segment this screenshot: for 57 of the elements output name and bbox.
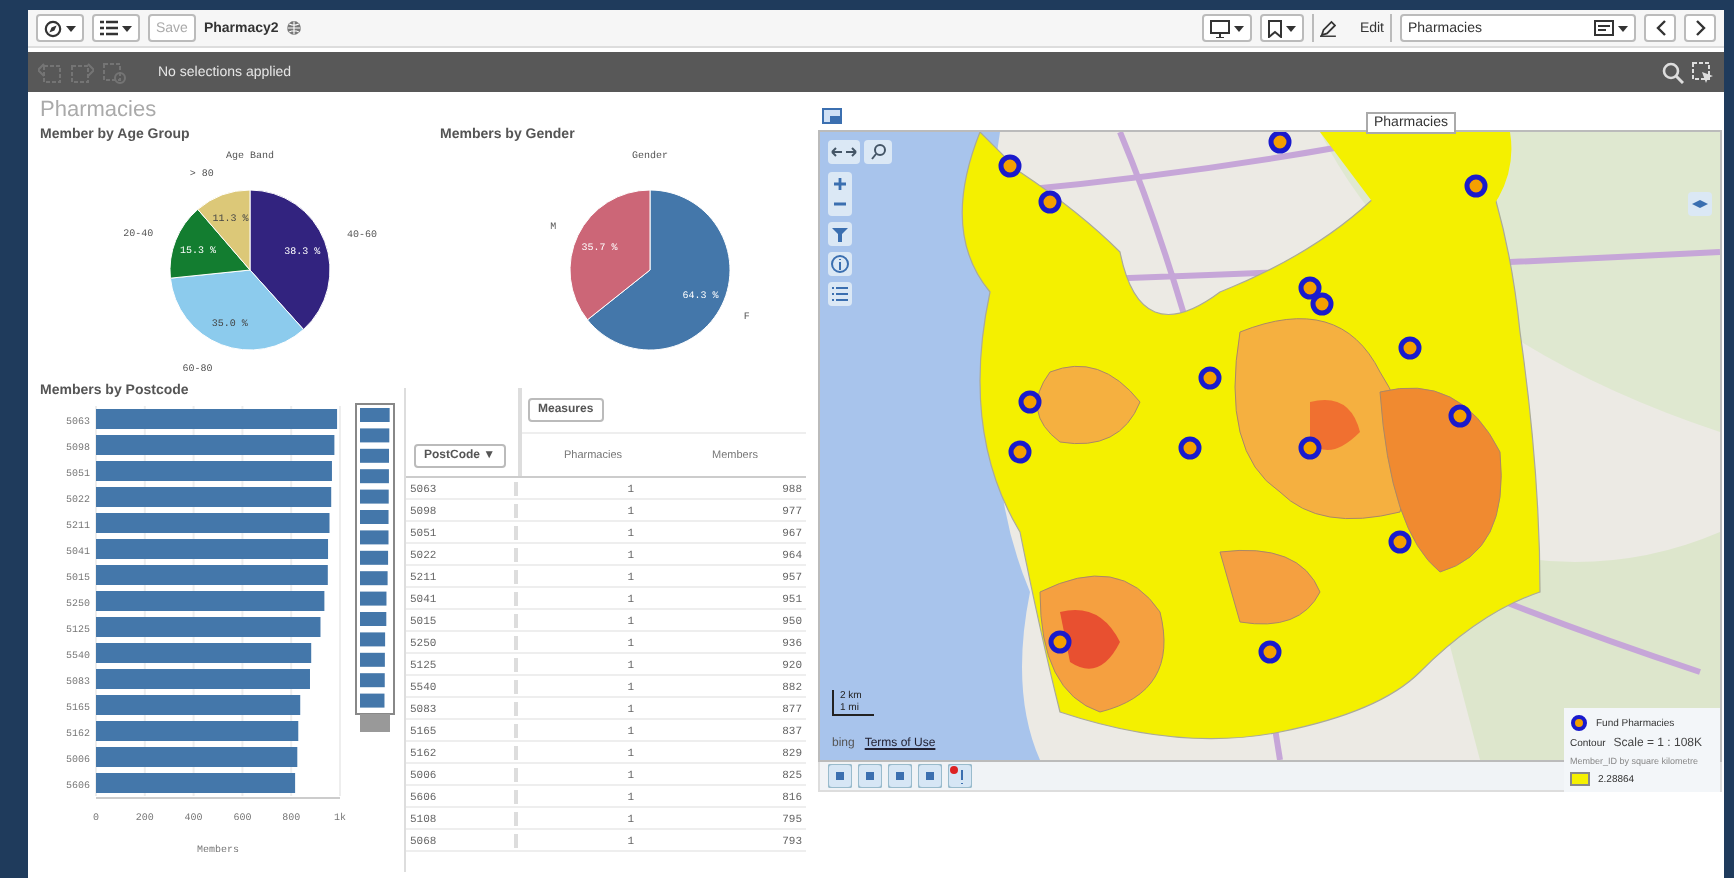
bookmark-icon: [1268, 19, 1282, 37]
pharmacy-pin[interactable]: [1018, 390, 1042, 414]
zoom-control[interactable]: [828, 172, 852, 216]
list-icon: [100, 20, 118, 36]
map-tool-button[interactable]: [858, 764, 882, 788]
pharmacy-pin[interactable]: [1464, 174, 1488, 198]
pin-icon: [1570, 714, 1588, 732]
filter-icon[interactable]: [828, 222, 852, 246]
pharmacy-pin[interactable]: [1398, 336, 1422, 360]
search-icon[interactable]: [864, 140, 892, 164]
pharmacy-pin[interactable]: [1388, 530, 1412, 554]
pharmacy-pin[interactable]: [1298, 276, 1322, 300]
presentation-button[interactable]: [1202, 14, 1252, 42]
pharmacy-pin[interactable]: [1268, 132, 1292, 154]
pin-tool-button[interactable]: [948, 764, 972, 788]
pharmacy-pin[interactable]: [1258, 640, 1282, 664]
info-icon[interactable]: [828, 252, 852, 276]
pharmacy-pin[interactable]: [1178, 436, 1202, 460]
map-tool-button[interactable]: [888, 764, 912, 788]
layers-icon[interactable]: [1688, 192, 1712, 216]
pharmacy-pin[interactable]: [1048, 630, 1072, 654]
map-extension-icon[interactable]: [822, 108, 842, 126]
compass-icon: [44, 19, 62, 37]
caret-icon: [122, 25, 132, 31]
sheets-icon: [1594, 20, 1614, 36]
chevron-right-icon: [1695, 20, 1705, 36]
search-icon[interactable]: [1662, 61, 1684, 83]
pharmacy-pin[interactable]: [1038, 190, 1062, 214]
pencil-icon: [1320, 19, 1336, 37]
pie-slice[interactable]: [169, 269, 304, 351]
mini-chart-scrollbar[interactable]: [355, 403, 395, 732]
pharmacy-pin[interactable]: [1008, 440, 1032, 464]
legend-list-icon[interactable]: [828, 282, 852, 306]
map-tool-button[interactable]: [828, 764, 852, 788]
caret-icon: [1286, 25, 1296, 31]
pan-arrows-icon[interactable]: [828, 140, 860, 164]
next-sheet-button[interactable]: [1684, 14, 1716, 42]
pharmacy-pin[interactable]: [998, 154, 1022, 178]
map-tool-button[interactable]: [918, 764, 942, 788]
pharmacy-pin[interactable]: [1298, 436, 1322, 460]
bookmark-button[interactable]: [1260, 14, 1304, 42]
pharmacy-pin[interactable]: [1448, 404, 1472, 428]
menu-button[interactable]: [92, 14, 140, 42]
selection-tool-icon[interactable]: [1692, 61, 1714, 83]
caret-icon: [1618, 25, 1628, 31]
caret-icon: [66, 25, 76, 31]
previous-sheet-button[interactable]: [1644, 14, 1676, 42]
pie-slice[interactable]: [249, 189, 331, 330]
caret-icon: [1234, 25, 1244, 31]
globe-icon: [286, 20, 303, 36]
chevron-left-icon: [1655, 20, 1665, 36]
pharmacy-pin[interactable]: [1198, 366, 1222, 390]
presentation-icon: [1210, 19, 1230, 37]
pharmacy-pin[interactable]: [1310, 292, 1334, 316]
navigation-menu-button[interactable]: [36, 14, 84, 42]
legend-swatch: [1570, 772, 1590, 786]
sheet-title: Pharmacies: [40, 98, 159, 126]
